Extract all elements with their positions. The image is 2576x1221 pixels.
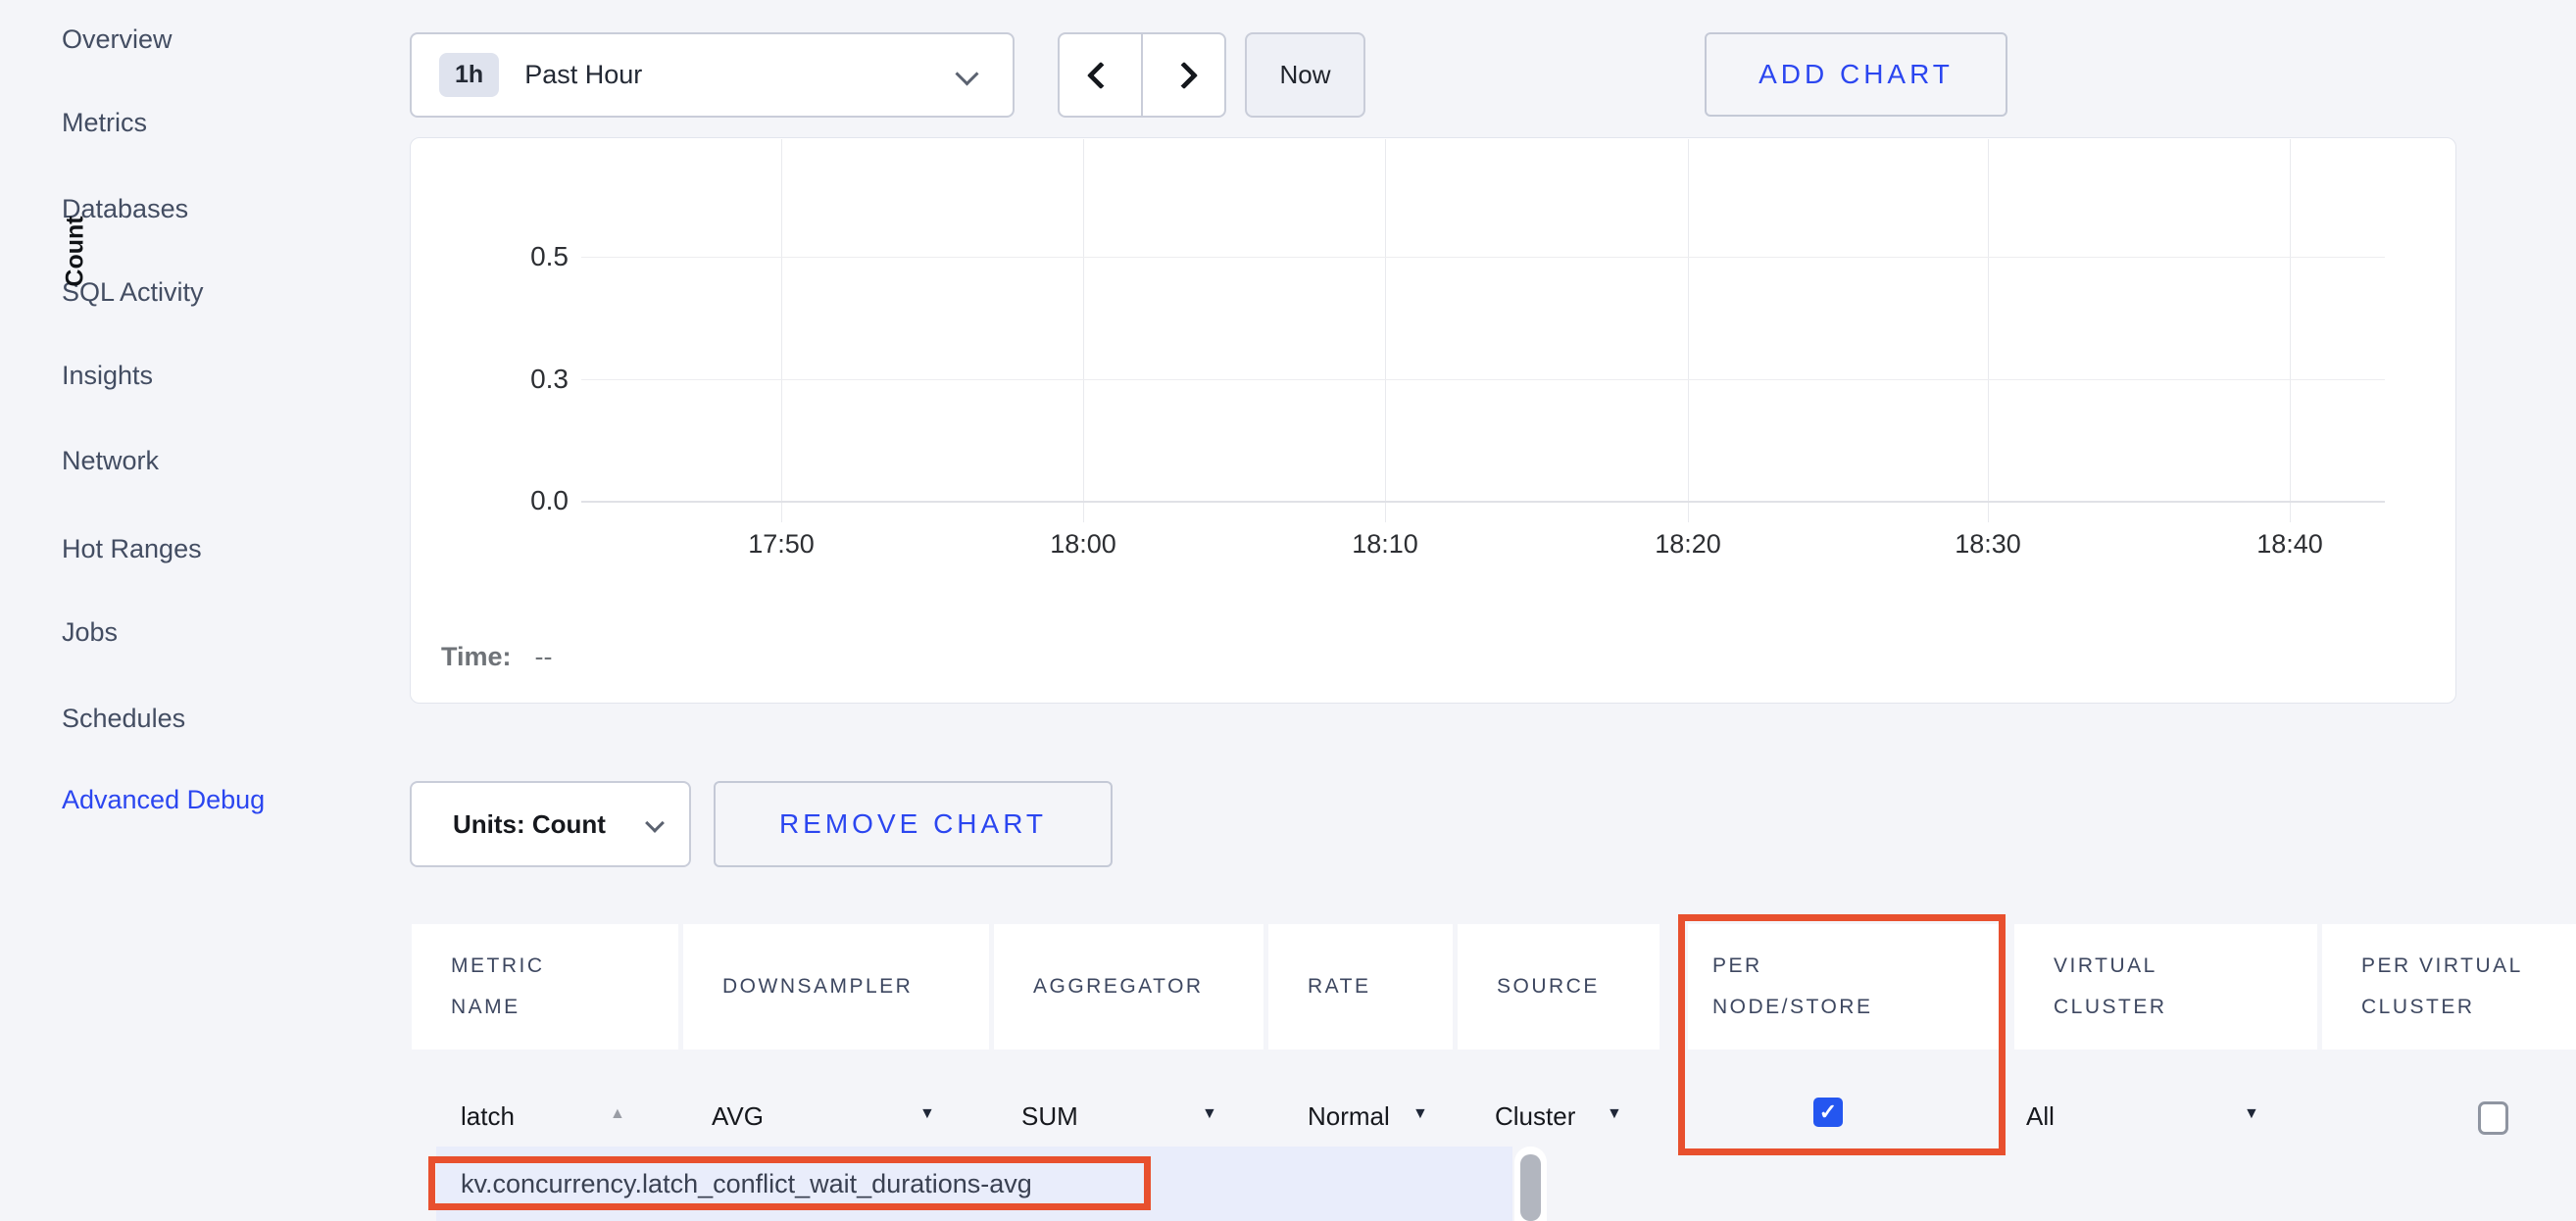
advanced-debug-custom-chart-page: Overview Metrics Databases SQL Activity …	[0, 0, 2576, 1221]
time-label: Time:	[441, 642, 512, 671]
caret-down-icon[interactable]: ▼	[2244, 1105, 2259, 1123]
time-range-badge: 1h	[439, 53, 499, 97]
sidebar-item-insights[interactable]: Insights	[62, 361, 153, 391]
sidebar-item-jobs[interactable]: Jobs	[62, 617, 118, 648]
chart-gridline-horizontal	[581, 379, 2385, 380]
prev-time-button[interactable]	[1060, 34, 1143, 116]
aggregator-select[interactable]: SUM	[1021, 1101, 1078, 1132]
header-label: PER NODE/STORE	[1712, 946, 1904, 1028]
source-select[interactable]: Cluster	[1495, 1101, 1575, 1132]
chevron-down-icon	[645, 813, 665, 833]
chevron-left-icon	[1086, 61, 1114, 88]
sidebar-item-hot-ranges[interactable]: Hot Ranges	[62, 534, 202, 564]
x-tick-label: 18:10	[1316, 529, 1454, 560]
caret-down-icon[interactable]: ▼	[919, 1105, 935, 1123]
column-header-rate: RATE	[1268, 924, 1453, 1050]
column-header-per-node-store: PER NODE/STORE	[1688, 924, 2001, 1050]
remove-chart-button[interactable]: REMOVE CHART	[714, 781, 1113, 867]
header-label: AGGREGATOR	[1033, 966, 1204, 1007]
caret-down-icon[interactable]: ▼	[1412, 1105, 1428, 1123]
y-tick-label: 0.5	[471, 240, 569, 273]
time-range-selector[interactable]: 1h Past Hour	[410, 32, 1015, 118]
column-header-aggregator: AGGREGATOR	[994, 924, 1263, 1050]
column-header-metric-name: METRIC NAME	[412, 924, 678, 1050]
column-header-source: SOURCE	[1458, 924, 1660, 1050]
x-tick-label: 18:00	[1015, 529, 1152, 560]
next-time-button[interactable]	[1143, 34, 1224, 116]
column-header-per-virtual-cluster: PER VIRTUAL CLUSTER	[2322, 924, 2576, 1050]
chart-gridline-vertical	[1385, 139, 1386, 522]
now-button[interactable]: Now	[1245, 32, 1365, 118]
chart-x-axis-line	[581, 501, 2385, 503]
metric-suggestion-item[interactable]: kv.concurrency.latch_conflict_wait_durat…	[461, 1169, 1032, 1199]
x-tick-label: 18:30	[1919, 529, 2056, 560]
chevron-right-icon	[1169, 61, 1197, 88]
per-virtual-cluster-checkbox[interactable]	[2478, 1101, 2508, 1135]
y-tick-label: 0.3	[471, 363, 569, 396]
header-label: VIRTUAL CLUSTER	[2054, 946, 2196, 1028]
column-header-virtual-cluster: VIRTUAL CLUSTER	[2014, 924, 2317, 1050]
caret-down-icon[interactable]: ▼	[1607, 1105, 1622, 1123]
caret-down-icon[interactable]: ▼	[1202, 1105, 1217, 1123]
units-selector[interactable]: Units: Count	[410, 781, 691, 867]
chart-y-axis-title: Count	[62, 188, 90, 316]
units-label: Units: Count	[453, 809, 606, 840]
header-label: METRIC NAME	[451, 946, 578, 1028]
x-tick-label: 18:40	[2221, 529, 2358, 560]
y-tick-label: 0.0	[471, 484, 569, 517]
per-node-store-checkbox[interactable]: ✓	[1813, 1098, 1843, 1127]
sidebar-item-advanced-debug[interactable]: Advanced Debug	[62, 785, 265, 815]
time-value: --	[535, 642, 553, 671]
chart-gridline-horizontal	[581, 257, 2385, 258]
chart-hover-time: Time: --	[441, 642, 553, 672]
time-range-label: Past Hour	[524, 60, 642, 90]
time-window-nav	[1058, 32, 1226, 118]
sidebar-item-metrics[interactable]: Metrics	[62, 108, 147, 138]
header-label: RATE	[1308, 966, 1370, 1007]
metric-name-input[interactable]: latch	[461, 1101, 515, 1132]
rate-select[interactable]: Normal	[1308, 1101, 1390, 1132]
check-icon: ✓	[1819, 1099, 1837, 1125]
dropdown-scrollbar-thumb[interactable]	[1520, 1154, 1541, 1221]
sidebar-item-overview[interactable]: Overview	[62, 24, 173, 55]
chart-gridline-vertical	[1688, 139, 1689, 522]
chart-gridline-vertical	[2290, 139, 2291, 522]
add-chart-button[interactable]: ADD CHART	[1705, 32, 2007, 117]
caret-up-icon[interactable]: ▲	[610, 1105, 625, 1123]
sidebar-item-schedules[interactable]: Schedules	[62, 704, 185, 734]
header-label: SOURCE	[1497, 966, 1600, 1007]
chevron-down-icon	[955, 62, 978, 85]
downsampler-select[interactable]: AVG	[712, 1101, 764, 1132]
chart-gridline-vertical	[1083, 139, 1084, 522]
chart-gridline-vertical	[1988, 139, 1989, 522]
header-label: DOWNSAMPLER	[722, 966, 913, 1007]
x-tick-label: 18:20	[1619, 529, 1757, 560]
sidebar-item-network[interactable]: Network	[62, 446, 159, 476]
x-tick-label: 17:50	[713, 529, 850, 560]
custom-chart-card[interactable]	[410, 137, 2456, 704]
header-label: PER VIRTUAL CLUSTER	[2361, 946, 2548, 1028]
column-header-downsampler: DOWNSAMPLER	[683, 924, 989, 1050]
virtual-cluster-select[interactable]: All	[2026, 1101, 2055, 1132]
chart-gridline-vertical	[781, 139, 782, 522]
